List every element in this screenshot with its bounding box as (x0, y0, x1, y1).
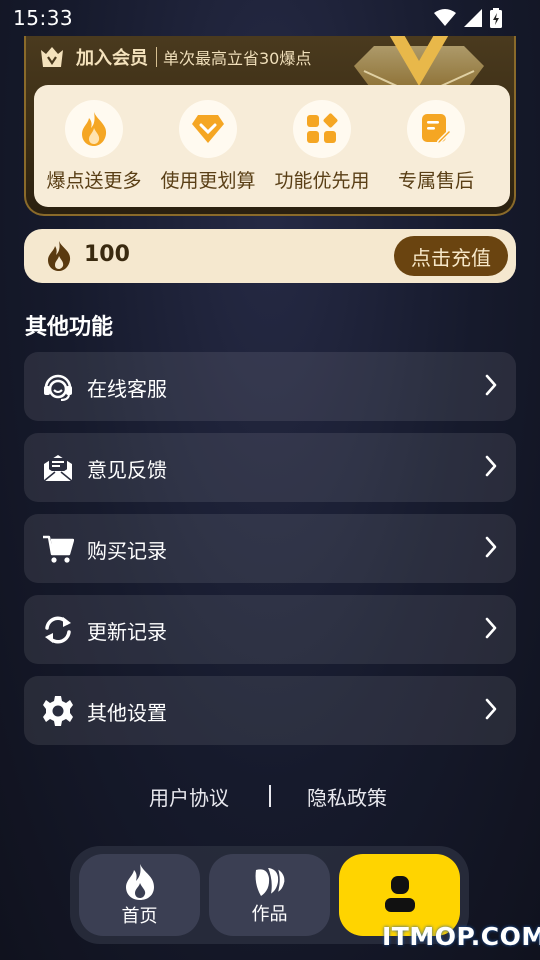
menu-item-purchase-history[interactable]: 购买记录 (24, 514, 516, 583)
status-time: 15:33 (13, 6, 74, 30)
crown-icon (41, 47, 63, 67)
cart-icon (43, 535, 74, 563)
chevron-right-icon (485, 536, 497, 558)
diamond-icon (192, 115, 224, 143)
menu-item-feedback[interactable]: 意见反馈 (24, 433, 516, 502)
menu-label: 其他设置 (87, 701, 167, 725)
section-title-other-functions: 其他功能 (25, 315, 114, 340)
points-value: 100 (84, 242, 130, 267)
chevron-right-icon (485, 455, 497, 477)
gear-icon (43, 696, 73, 726)
divider (269, 785, 271, 807)
menu-item-update-history[interactable]: 更新记录 (24, 595, 516, 664)
flame-icon (125, 864, 154, 900)
benefit-better-value: 使用更划算 (151, 100, 265, 193)
menu-item-other-settings[interactable]: 其他设置 (24, 676, 516, 745)
status-bar: 15:33 (0, 0, 540, 36)
chevron-right-icon (485, 374, 497, 396)
status-icons (434, 8, 502, 28)
nav-label: 首页 (121, 906, 158, 927)
user-icon (384, 876, 415, 912)
benefit-more-points: 爆点送更多 (37, 100, 151, 193)
works-icon (255, 866, 286, 897)
signal-icon (464, 9, 482, 27)
footer-links: 用户协议 隐私政策 (0, 782, 540, 812)
menu-item-online-support[interactable]: 在线客服 (24, 352, 516, 421)
nav-tab-home[interactable]: 首页 (79, 854, 200, 936)
divider (156, 47, 157, 67)
benefit-exclusive-service: 专属售后 (379, 100, 493, 193)
menu-label: 更新记录 (87, 620, 167, 644)
refresh-icon (45, 616, 71, 644)
vip-subtitle: 单次最高立省30爆点 (163, 49, 312, 68)
note-edit-icon (422, 114, 451, 145)
benefit-priority-features: 功能优先用 (265, 100, 379, 193)
vip-header: 加入会员 单次最高立省30爆点 (40, 44, 311, 70)
chevron-right-icon (485, 698, 497, 720)
points-balance-bar: 100 点击充值 (24, 229, 516, 283)
flame-icon (82, 112, 107, 146)
flame-icon (48, 241, 71, 271)
headset-icon (44, 374, 72, 401)
wifi-icon (434, 9, 456, 26)
recharge-button[interactable]: 点击充值 (394, 236, 508, 276)
nav-tab-works[interactable]: 作品 (209, 854, 330, 936)
vip-title: 加入会员 (76, 48, 148, 69)
menu-label: 意见反馈 (87, 458, 167, 482)
grid-icon (307, 113, 338, 143)
nav-label: 作品 (251, 904, 288, 925)
feedback-mail-icon (43, 455, 73, 482)
vip-membership-card[interactable]: 加入会员 单次最高立省30爆点 爆点送更多 使用更划算 功能优先用 专属售后 (24, 36, 516, 216)
privacy-policy-link[interactable]: 隐私政策 (307, 782, 387, 811)
chevron-right-icon (485, 617, 497, 639)
menu-label: 购买记录 (87, 539, 167, 563)
menu-label: 在线客服 (87, 377, 167, 401)
battery-icon (490, 8, 502, 28)
watermark: ITMOP.COM (382, 922, 540, 951)
user-agreement-link[interactable]: 用户协议 (149, 782, 229, 811)
vip-benefits-panel: 爆点送更多 使用更划算 功能优先用 专属售后 (34, 85, 510, 207)
